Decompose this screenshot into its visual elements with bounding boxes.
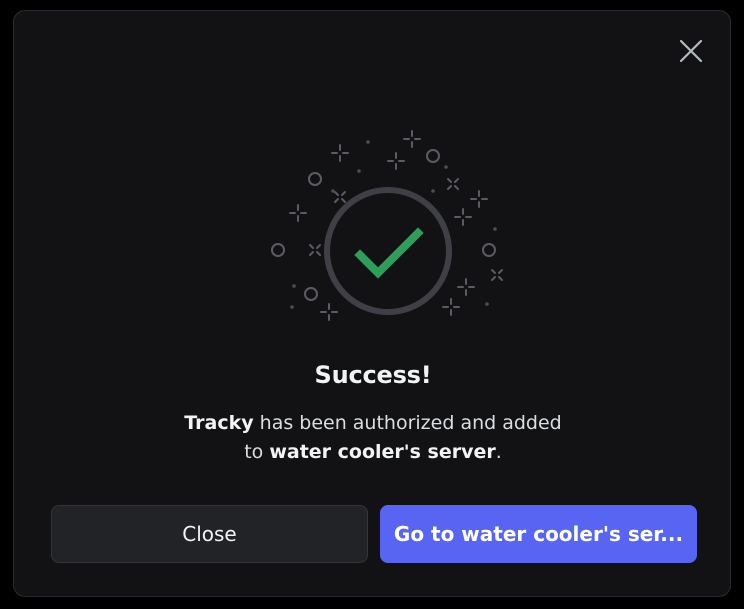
close-icon[interactable] xyxy=(678,38,704,64)
description-line-2: to water cooler's server. xyxy=(14,438,732,467)
description-text-2: to xyxy=(244,441,270,463)
modal-description: Tracky has been authorized and added to … xyxy=(14,409,732,467)
modal-title: Success! xyxy=(314,361,432,389)
description-line-1: Tracky has been authorized and added xyxy=(14,409,732,438)
description-text-3: . xyxy=(495,441,502,463)
server-name: water cooler's server xyxy=(269,441,496,463)
go-to-server-button[interactable]: Go to water cooler's ser... xyxy=(380,505,697,563)
success-modal: Success! Tracky has been authorized and … xyxy=(13,10,731,597)
sparkle-decoration xyxy=(271,130,503,321)
checkmark-icon xyxy=(354,227,424,279)
close-button[interactable]: Close xyxy=(51,505,368,563)
success-illustration xyxy=(271,130,503,321)
description-text-1: has been authorized and added xyxy=(253,412,562,434)
success-ring xyxy=(324,187,452,315)
app-name: Tracky xyxy=(184,412,254,434)
